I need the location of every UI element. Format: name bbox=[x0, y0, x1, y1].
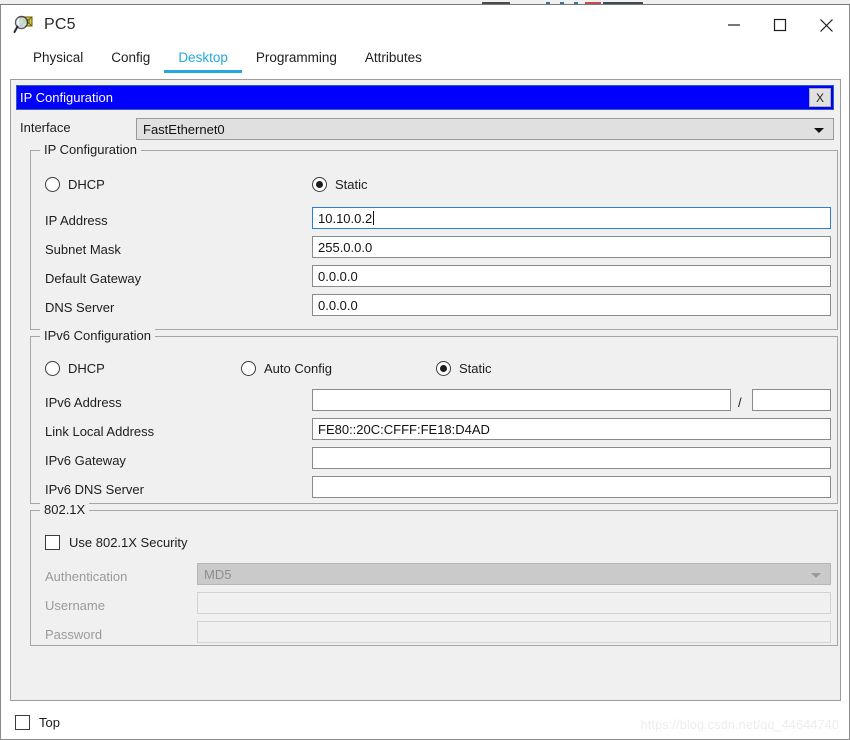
default-gateway-label: Default Gateway bbox=[45, 271, 142, 286]
radio-circle-icon bbox=[312, 177, 327, 192]
ip-address-input[interactable]: 10.10.0.2 bbox=[312, 207, 831, 229]
tab-bar: Physical Config Desktop Programming Attr… bbox=[1, 45, 849, 73]
username-input bbox=[197, 592, 831, 614]
dns-server-input[interactable]: 0.0.0.0 bbox=[312, 294, 831, 316]
tab-physical[interactable]: Physical bbox=[19, 51, 97, 73]
ipv6-auto-config-radio[interactable]: Auto Config bbox=[241, 361, 332, 376]
ipv6-configuration-group: IPv6 Configuration DHCP Auto Config Stat… bbox=[30, 329, 838, 504]
ipv4-dhcp-label: DHCP bbox=[68, 176, 105, 192]
minimize-icon[interactable] bbox=[711, 5, 757, 45]
radio-circle-icon bbox=[45, 177, 60, 192]
window-controls bbox=[711, 5, 849, 45]
ipv6-address-input[interactable] bbox=[312, 389, 731, 411]
link-local-address-input[interactable]: FE80::20C:CFFF:FE18:D4AD bbox=[312, 418, 831, 440]
dns-server-label: DNS Server bbox=[45, 300, 115, 315]
ipv6-dhcp-label: DHCP bbox=[68, 360, 105, 376]
dot1x-group: 802.1X Use 802.1X Security Authenticatio… bbox=[30, 503, 838, 646]
close-icon[interactable] bbox=[803, 5, 849, 45]
radio-circle-icon bbox=[436, 361, 451, 376]
use-dot1x-security-label: Use 802.1X Security bbox=[69, 534, 188, 550]
use-dot1x-security-checkbox[interactable]: Use 802.1X Security bbox=[45, 535, 188, 550]
maximize-icon[interactable] bbox=[757, 5, 803, 45]
checkbox-icon bbox=[15, 715, 30, 730]
authentication-select-value: MD5 bbox=[204, 566, 232, 582]
ip-address-label: IP Address bbox=[45, 213, 108, 228]
window-title: PC5 bbox=[44, 16, 76, 33]
text-caret bbox=[373, 211, 375, 225]
subnet-mask-label: Subnet Mask bbox=[45, 242, 121, 257]
ip-configuration-header: IP Configuration X bbox=[16, 85, 834, 110]
ipv4-static-label: Static bbox=[335, 176, 368, 192]
ipv6-prefix-separator: / bbox=[738, 395, 742, 410]
interface-label: Interface bbox=[20, 120, 71, 135]
ipv6-gateway-input[interactable] bbox=[312, 447, 831, 469]
dns-server-value: 0.0.0.0 bbox=[318, 297, 358, 313]
top-checkbox[interactable]: Top bbox=[15, 715, 60, 730]
ipv6-dhcp-radio[interactable]: DHCP bbox=[45, 361, 105, 376]
tab-programming[interactable]: Programming bbox=[242, 51, 351, 73]
interface-select[interactable]: FastEthernet0 bbox=[136, 118, 834, 140]
top-checkbox-label: Top bbox=[39, 714, 60, 730]
subnet-mask-input[interactable]: 255.0.0.0 bbox=[312, 236, 831, 258]
radio-circle-icon bbox=[241, 361, 256, 376]
pc-config-window: PC5 Physical Config Desktop Programming … bbox=[0, 5, 850, 740]
interface-row: Interface FastEthernet0 bbox=[20, 118, 834, 140]
username-label: Username bbox=[45, 598, 105, 613]
link-local-address-label: Link Local Address bbox=[45, 424, 155, 439]
link-local-address-value: FE80::20C:CFFF:FE18:D4AD bbox=[318, 421, 490, 437]
desktop-panel: IP Configuration X Interface FastEtherne… bbox=[10, 79, 841, 701]
tab-attributes[interactable]: Attributes bbox=[351, 51, 436, 73]
tab-desktop[interactable]: Desktop bbox=[164, 51, 242, 73]
ip-configuration-header-title: IP Configuration bbox=[20, 90, 113, 105]
chevron-down-icon bbox=[811, 573, 821, 578]
ip-address-value: 10.10.0.2 bbox=[318, 210, 373, 226]
watermark: https://blog.csdn.net/qq_44644740 bbox=[640, 718, 839, 732]
default-gateway-value: 0.0.0.0 bbox=[318, 268, 358, 284]
ipv6-gateway-label: IPv6 Gateway bbox=[45, 453, 126, 468]
authentication-select: MD5 bbox=[197, 563, 831, 585]
ipv4-group-legend: IP Configuration bbox=[40, 143, 141, 157]
password-input bbox=[197, 621, 831, 643]
ipv6-group-legend: IPv6 Configuration bbox=[40, 329, 155, 343]
interface-select-value: FastEthernet0 bbox=[143, 121, 225, 137]
title-bar: PC5 bbox=[1, 5, 849, 45]
radio-circle-icon bbox=[45, 361, 60, 376]
dot1x-group-legend: 802.1X bbox=[40, 503, 90, 517]
packet-tracer-pc-icon bbox=[13, 14, 35, 36]
ipv6-dns-server-label: IPv6 DNS Server bbox=[45, 482, 144, 497]
default-gateway-input[interactable]: 0.0.0.0 bbox=[312, 265, 831, 287]
close-ip-configuration-button[interactable]: X bbox=[809, 88, 831, 107]
subnet-mask-value: 255.0.0.0 bbox=[318, 239, 373, 255]
ipv6-static-label: Static bbox=[459, 360, 492, 376]
ipv4-dhcp-radio[interactable]: DHCP bbox=[45, 177, 105, 192]
ipv6-dns-server-input[interactable] bbox=[312, 476, 831, 498]
ipv4-static-radio[interactable]: Static bbox=[312, 177, 368, 192]
ipv6-auto-config-label: Auto Config bbox=[264, 360, 332, 376]
tab-config[interactable]: Config bbox=[97, 51, 164, 73]
ipv6-prefix-input[interactable] bbox=[752, 389, 831, 411]
authentication-label: Authentication bbox=[45, 569, 128, 584]
ipv6-static-radio[interactable]: Static bbox=[436, 361, 492, 376]
ipv6-address-label: IPv6 Address bbox=[45, 395, 122, 410]
chevron-down-icon bbox=[814, 128, 824, 133]
ipv4-configuration-group: IP Configuration DHCP Static IP Address … bbox=[30, 143, 838, 330]
password-label: Password bbox=[45, 627, 103, 642]
checkbox-icon bbox=[45, 535, 60, 550]
